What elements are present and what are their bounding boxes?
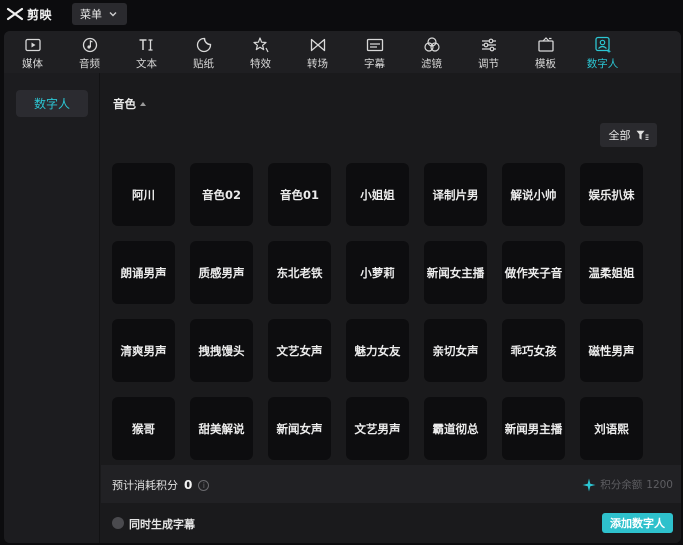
- voice-tile[interactable]: 磁性男声: [580, 319, 643, 382]
- funnel-filter-icon: [636, 130, 648, 140]
- tab-media[interactable]: 媒体: [4, 31, 61, 73]
- tab-bar: 媒体 音频 文本 贴纸 特效 转场 字幕 滤镜 调节 模板 数字人: [4, 31, 681, 73]
- tab-transition[interactable]: 转场: [289, 31, 346, 73]
- info-icon[interactable]: i: [198, 479, 210, 491]
- add-digital-human-button[interactable]: 添加数字人: [602, 513, 673, 533]
- voice-tile[interactable]: 东北老铁: [268, 241, 331, 304]
- voice-tile[interactable]: 朗诵男声: [112, 241, 175, 304]
- tab-template[interactable]: 模板: [517, 31, 574, 73]
- tab-subtitle[interactable]: 字幕: [346, 31, 403, 73]
- voice-content-area: 音色 全部 阿川 音色02 音色01 小姐姐 译制片男 解说小帅 娱乐扒妹朗诵男声 质感男声东…: [101, 73, 681, 465]
- voice-tile[interactable]: 音色01: [268, 163, 331, 226]
- text-icon: [137, 36, 157, 54]
- voice-tile[interactable]: 质感男声: [190, 241, 253, 304]
- voice-tile[interactable]: 刘语熙: [580, 397, 643, 460]
- voice-tile[interactable]: 做作夹子音: [502, 241, 565, 304]
- cost-label: 预计消耗积分: [112, 479, 178, 492]
- adjust-icon: [479, 36, 499, 54]
- voice-tile[interactable]: 乖巧女孩: [502, 319, 565, 382]
- caret-up-icon: [140, 102, 146, 106]
- voice-tile[interactable]: 译制片男: [424, 163, 487, 226]
- audio-icon: [80, 36, 100, 54]
- media-icon: [23, 36, 43, 54]
- filter-label: 全部: [608, 129, 631, 142]
- voice-tile[interactable]: 文艺女声: [268, 319, 331, 382]
- voice-tile[interactable]: 新闻女声: [268, 397, 331, 460]
- voice-tile[interactable]: 娱乐扒妹: [580, 163, 643, 226]
- editor-panel: 媒体 音频 文本 贴纸 特效 转场 字幕 滤镜 调节 模板 数字人 数字人 音色…: [4, 31, 681, 543]
- tab-audio[interactable]: 音频: [61, 31, 118, 73]
- capcut-logo-icon: [6, 7, 24, 21]
- voice-tile[interactable]: 阿川: [112, 163, 175, 226]
- generate-subtitle-checkbox[interactable]: [112, 517, 124, 529]
- app-name: 剪映: [27, 7, 53, 22]
- digital-human-icon: [593, 36, 613, 54]
- sparkle-icon: [582, 478, 596, 491]
- filter-all-button[interactable]: 全部: [600, 123, 657, 147]
- tab-text[interactable]: 文本: [118, 31, 175, 73]
- app-logo: 剪映: [6, 5, 52, 23]
- chevron-down-icon: [109, 12, 117, 17]
- credit-balance: 积分余额 1200: [582, 477, 673, 492]
- voice-tile[interactable]: 小萝莉: [346, 241, 409, 304]
- subtitle-icon: [365, 36, 385, 54]
- voice-tile[interactable]: 温柔姐姐: [580, 241, 643, 304]
- generate-subtitle-label[interactable]: 同时生成字幕: [129, 516, 195, 532]
- voice-tile[interactable]: 文艺男声: [346, 397, 409, 460]
- voice-tile[interactable]: 新闻女主播: [424, 241, 487, 304]
- voice-section-header[interactable]: 音色: [113, 96, 146, 112]
- voice-tile[interactable]: 音色02: [190, 163, 253, 226]
- transition-icon: [308, 36, 328, 54]
- balance-label: 积分余额: [600, 479, 643, 491]
- tab-adjust[interactable]: 调节: [460, 31, 517, 73]
- voice-grid: 阿川 音色02 音色01 小姐姐 译制片男 解说小帅 娱乐扒妹朗诵男声 质感男声 东北老铁 小萝莉…: [112, 163, 643, 460]
- effects-icon: [251, 36, 271, 54]
- left-sidebar: 数字人: [4, 73, 100, 543]
- cost-value: 0: [184, 478, 193, 492]
- sticker-icon: [194, 36, 214, 54]
- section-title: 音色: [113, 97, 136, 111]
- voice-tile[interactable]: 解说小帅: [502, 163, 565, 226]
- template-icon: [536, 36, 556, 54]
- menu-dropdown[interactable]: 菜单: [72, 3, 127, 25]
- voice-tile[interactable]: 霸道彻总: [424, 397, 487, 460]
- action-bar: 同时生成字幕 添加数字人: [101, 503, 681, 543]
- tab-effects[interactable]: 特效: [232, 31, 289, 73]
- voice-tile[interactable]: 甜美解说: [190, 397, 253, 460]
- balance-value: 1200: [646, 478, 673, 491]
- tab-digital-human[interactable]: 数字人: [574, 31, 631, 73]
- filter-icon: [422, 36, 442, 54]
- voice-tile[interactable]: 猴哥: [112, 397, 175, 460]
- voice-tile[interactable]: 魅力女友: [346, 319, 409, 382]
- tab-filter[interactable]: 滤镜: [403, 31, 460, 73]
- voice-tile[interactable]: 新闻男主播: [502, 397, 565, 460]
- cost-bar: 预计消耗积分 0 i 积分余额 1200: [101, 465, 681, 503]
- title-bar: 剪映 菜单: [0, 0, 683, 30]
- voice-tile[interactable]: 小姐姐: [346, 163, 409, 226]
- sidebar-item-digital-human[interactable]: 数字人: [16, 90, 88, 117]
- voice-tile[interactable]: 清爽男声: [112, 319, 175, 382]
- menu-label: 菜单: [80, 8, 102, 21]
- estimated-cost: 预计消耗积分 0 i: [112, 477, 210, 493]
- tab-sticker[interactable]: 贴纸: [175, 31, 232, 73]
- voice-tile[interactable]: 拽拽馒头: [190, 319, 253, 382]
- voice-tile[interactable]: 亲切女声: [424, 319, 487, 382]
